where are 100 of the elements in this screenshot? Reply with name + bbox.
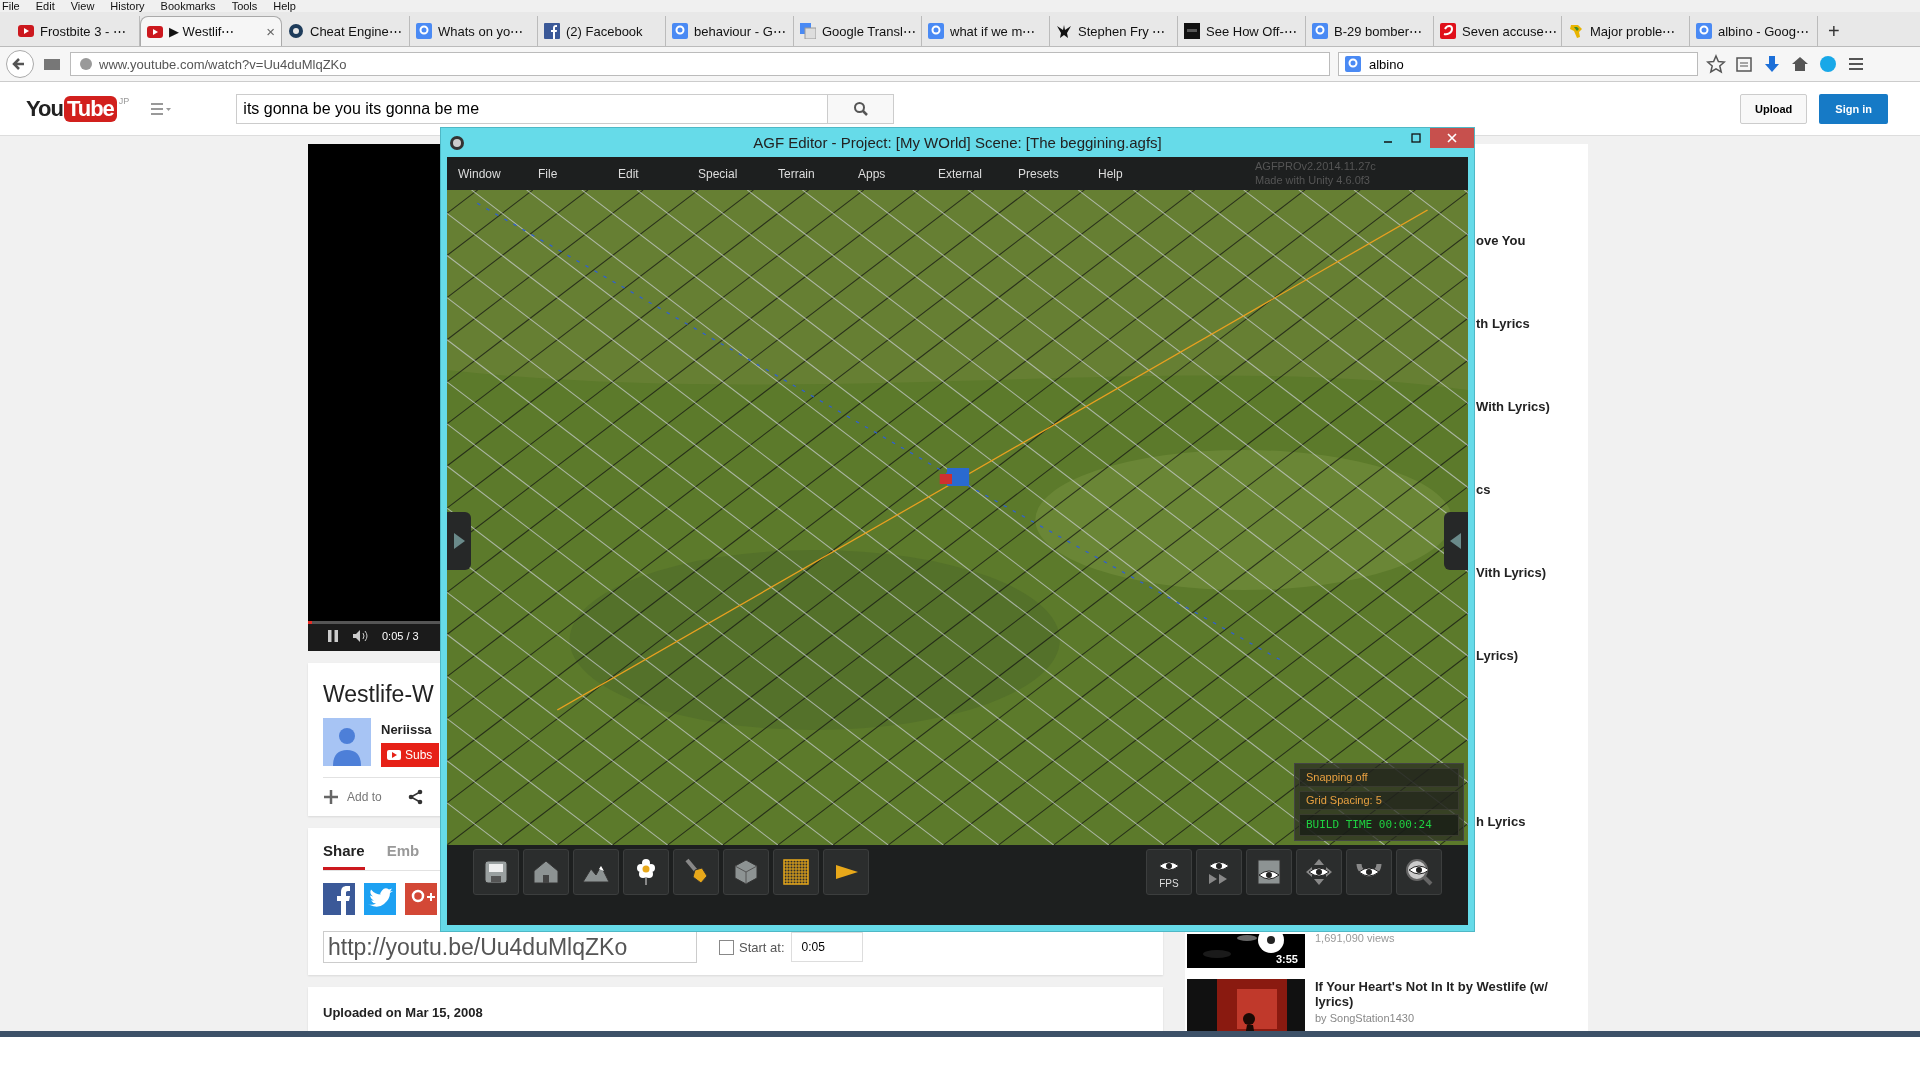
bird-icon[interactable]: [364, 883, 396, 915]
upload-button[interactable]: Upload: [1740, 93, 1808, 124]
view-button[interactable]: [1196, 849, 1242, 895]
menu-item[interactable]: File: [2, 0, 20, 12]
tool-button[interactable]: [473, 849, 519, 895]
start-at-label: Start at:: [739, 939, 785, 955]
eye-magnifier-icon: [1406, 859, 1433, 886]
left-arrow-icon: [1449, 532, 1463, 550]
search-field[interactable]: albino: [1338, 52, 1698, 76]
eye-card-icon: [1257, 859, 1281, 885]
share-tab[interactable]: Share: [323, 842, 365, 870]
menu-item[interactable]: Edit: [618, 166, 639, 181]
ring-icon: [1345, 56, 1361, 72]
start-time-field[interactable]: 0:05: [790, 932, 863, 962]
menu-item[interactable]: Bookmarks: [160, 0, 216, 12]
home-icon[interactable]: [1790, 54, 1810, 74]
menu-icon[interactable]: [149, 100, 174, 117]
back-button[interactable]: [6, 50, 34, 78]
new-tab-button[interactable]: +: [1828, 16, 1840, 46]
mountain-icon: [582, 865, 610, 883]
ring-icon: [672, 23, 688, 39]
app-icon: [449, 134, 465, 151]
view-button[interactable]: [1396, 849, 1442, 895]
paintbrush-icon: [685, 858, 708, 884]
pause-icon[interactable]: [326, 629, 340, 643]
view-button[interactable]: [1346, 849, 1392, 895]
video-link[interactable]: cs: [1476, 482, 1588, 497]
ring-icon: [928, 23, 944, 39]
menu-item[interactable]: Apps: [858, 166, 886, 181]
ring-icon: [1696, 23, 1712, 39]
menu-item[interactable]: Tools: [231, 0, 258, 12]
video-link[interactable]: Lyrics): [1476, 648, 1588, 663]
search-field[interactable]: its gonna be you its gonna be me: [236, 93, 829, 124]
tool-button[interactable]: [673, 849, 719, 895]
bird-icon: [1056, 23, 1072, 39]
view-button[interactable]: [1246, 849, 1292, 895]
menu-item[interactable]: Presets: [1018, 166, 1059, 181]
ring-icon: [416, 23, 432, 39]
menu-item[interactable]: File: [538, 166, 558, 181]
map-icon: [1568, 23, 1584, 39]
google-plus-icon[interactable]: [405, 883, 437, 915]
add-to-button[interactable]: Add to: [323, 789, 382, 805]
status-text: Snapping off: [1299, 768, 1459, 787]
view-count: 1,691,090 views: [1315, 932, 1395, 946]
close-button[interactable]: [1430, 128, 1474, 148]
translate-icon: [800, 23, 816, 39]
subscribe-button[interactable]: Subs: [381, 743, 439, 767]
cube-icon: [734, 859, 758, 885]
globe-icon: [79, 57, 93, 71]
menu-item[interactable]: Edit: [35, 0, 55, 12]
star-icon[interactable]: [1706, 54, 1726, 74]
play-icon: [387, 750, 401, 760]
expand-right-button[interactable]: [1444, 512, 1468, 570]
eye-fast-forward-icon: [1208, 861, 1230, 884]
share-icon[interactable]: [407, 789, 424, 805]
channel-name[interactable]: by SongStation1430: [1315, 1012, 1575, 1024]
menu-item[interactable]: View: [70, 0, 95, 12]
video-link[interactable]: If Your Heart's Not In It by Westlife (w/ lyrics): [1315, 979, 1575, 1009]
play-icon: [836, 865, 858, 879]
ring-icon: [1312, 23, 1328, 39]
facebook-icon[interactable]: [323, 883, 355, 915]
time-display: 0:05 / 3: [382, 630, 419, 642]
volume-icon[interactable]: [352, 629, 370, 643]
maximize-icon: [1411, 133, 1421, 143]
tool-button[interactable]: [623, 849, 669, 895]
clipboard-icon[interactable]: [1734, 54, 1754, 74]
download-icon[interactable]: [1762, 54, 1782, 74]
play-icon: [147, 23, 163, 40]
search-button[interactable]: [828, 93, 895, 124]
menu-item[interactable]: Help: [273, 0, 296, 12]
view-button[interactable]: FPS: [1146, 849, 1192, 895]
tool-button[interactable]: [823, 849, 869, 895]
browser-tab[interactable]: ▶ Westlif⋯ ×: [140, 16, 282, 46]
menu-item[interactable]: Window: [458, 166, 501, 181]
video-link[interactable]: Vith Lyrics): [1476, 565, 1588, 580]
menu-item[interactable]: Help: [1098, 166, 1123, 181]
minimize-icon: [1383, 141, 1393, 143]
plus-icon: [323, 789, 339, 805]
sign-in-button[interactable]: Sign in: [1819, 93, 1888, 124]
menu-item[interactable]: History: [110, 0, 145, 12]
house-icon: [533, 860, 559, 884]
eye-move-icon: [1306, 859, 1332, 885]
video-link[interactable]: With Lyrics): [1476, 399, 1588, 414]
swirl-icon: [1440, 23, 1456, 39]
status-text: Grid Spacing: 5: [1299, 791, 1459, 810]
menu-item[interactable]: Terrain: [778, 166, 815, 181]
video-link[interactable]: th Lyrics: [1476, 316, 1588, 331]
video-link[interactable]: h Lyrics: [1476, 814, 1588, 829]
right-arrow-icon: [452, 532, 466, 550]
menu-item[interactable]: Special: [698, 166, 738, 181]
view-button[interactable]: [1296, 849, 1342, 895]
close-icon[interactable]: ×: [266, 23, 275, 40]
channel-name[interactable]: Neriissa: [381, 722, 439, 737]
video-link[interactable]: ove You: [1476, 233, 1588, 248]
expand-left-button[interactable]: [447, 512, 471, 570]
play-icon: [18, 23, 34, 39]
menu-item[interactable]: External: [938, 166, 983, 181]
start-at-checkbox[interactable]: [719, 939, 734, 955]
address-bar[interactable]: www.youtube.com/watch?v=Uu4duMlqZKo: [70, 52, 1330, 76]
gear-icon: [288, 23, 304, 39]
